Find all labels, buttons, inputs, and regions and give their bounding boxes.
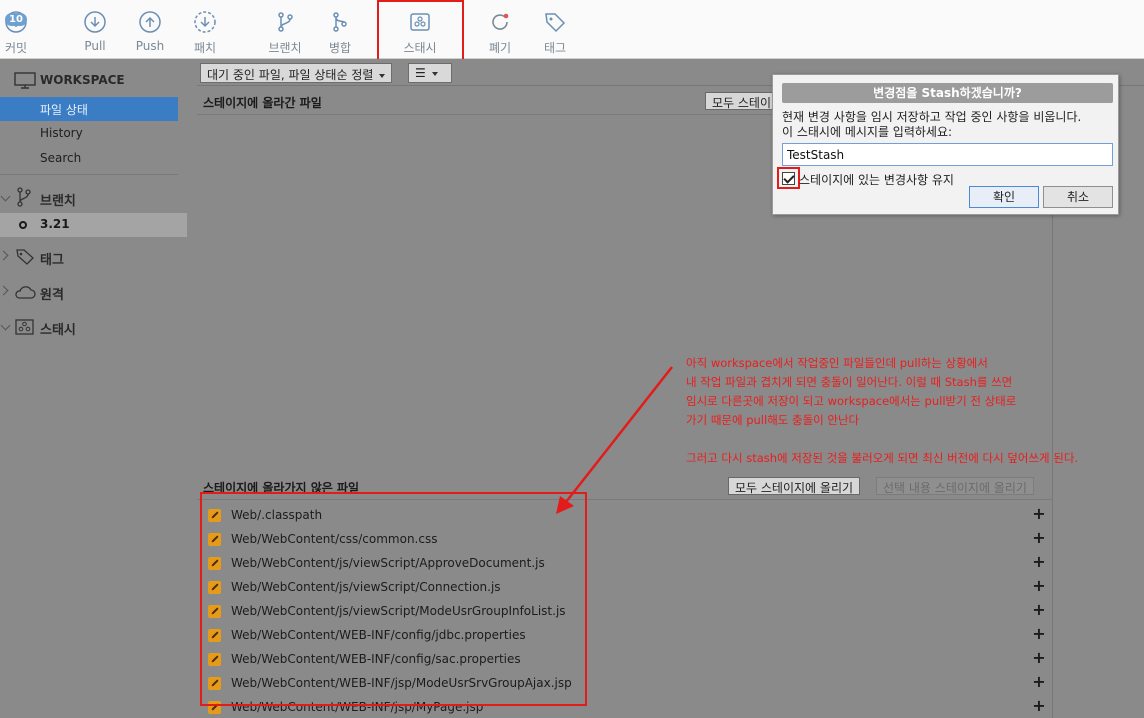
sidebar-item-search[interactable]: Search [0,147,187,171]
monitor-icon [14,72,36,89]
branch-label: 브랜치 [268,41,302,55]
annotation-text: 가기 때문에 pull해도 충돌이 안난다 [686,413,860,427]
sidebar-item-label: History [40,126,83,140]
stage-file-plus-icon[interactable]: + [1032,698,1046,714]
annotation-text: 임시로 다른곳에 저장이 되고 workspace에서는 pull받기 전 상태… [686,394,1017,408]
sidebar-tags-header[interactable]: 태그 [0,243,197,271]
stage-file-plus-icon[interactable]: + [1032,578,1046,594]
sidebar-remote-header[interactable]: 원격 [0,278,197,306]
tag-button[interactable]: 태그 [525,8,585,56]
annotation-text: 아직 workspace에서 작업중인 파일들인데 pull하는 상황에서 [686,356,988,370]
merge-button[interactable]: 병합 [310,8,370,56]
push-label: Push [135,39,165,53]
tag-icon [545,13,566,33]
sidebar-item-history[interactable]: History [0,122,187,146]
unstage-all-button[interactable]: 모두 스테이 [705,92,779,110]
cancel-button[interactable]: 취소 [1043,186,1113,208]
dialog-title: 변경점을 Stash하겠습니까? [782,83,1113,103]
stage-file-plus-icon[interactable]: + [1032,554,1046,570]
stash-section-label: 스태시 [40,323,76,338]
stage-file-plus-icon[interactable]: + [1032,674,1046,690]
sidebar-workspace-header[interactable]: WORKSPACE [0,67,197,95]
pull-icon [84,11,106,33]
tag-icon [16,249,34,265]
annotation-text: 그러고 다시 stash에 저장된 것을 불러오게 되면 최신 버전에 다시 덮… [686,451,1079,465]
patch-icon [194,11,216,33]
chevron-right-icon [0,285,9,296]
unstage-all-label: 모두 스테이 [712,96,772,110]
chevron-down-icon [431,71,438,76]
sidebar-item-label: Search [40,151,82,165]
push-icon [139,11,161,33]
files-highlight-box [200,492,587,706]
annotation-text: 내 작업 파일과 겹치게 되면 충돌이 일어난다. 이럴 때 Stash를 쓰면 [686,375,1013,389]
merge-icon [333,12,347,32]
view-mode-dropdown[interactable]: ☰ [408,63,452,83]
stage-all-button[interactable]: 모두 스테이지에 올리기 [728,477,861,495]
staged-title: 스테이지에 올라간 파일 [203,96,322,110]
branch-icon [17,187,31,207]
sidebar-divider [0,174,178,175]
branches-label: 브랜치 [40,194,76,209]
merge-label: 병합 [328,41,352,55]
remote-label: 원격 [40,288,64,303]
stage-selected-label: 선택 내용 스테이지에 올리기 [883,481,1027,495]
pull-label: Pull [84,39,106,53]
sidebar: WORKSPACE 파일 상태 History Search 브랜치 3.21 … [0,59,197,718]
checkbox-highlight [777,167,800,189]
stash-icon [15,319,34,335]
commit-badge: 10 [5,13,27,26]
chevron-down-icon [379,73,386,78]
sidebar-item-label: 파일 상태 [40,103,88,117]
chevron-right-icon [0,250,9,261]
list-icon: ☰ [415,66,426,80]
sort-dropdown-label: 대기 중인 파일, 파일 상태순 정렬 [207,68,374,82]
current-branch-icon [19,221,27,229]
stage-file-plus-icon[interactable]: + [1032,506,1046,522]
chevron-down-icon [0,191,11,202]
dialog-prompt: 이 스태시에 메시지를 입력하세요: [782,125,953,139]
workspace-label: WORKSPACE [40,73,125,87]
stage-selected-button[interactable]: 선택 내용 스테이지에 올리기 [876,477,1034,495]
tags-label: 태그 [40,253,64,268]
branch-button[interactable]: 브랜치 [255,8,315,56]
commit-button[interactable]: 10 커밋 [0,8,46,56]
tag-label: 태그 [543,41,567,55]
keep-staged-label: 스테이지에 있는 변경사항 유지 [799,173,954,187]
toolbar: 10 커밋 Pull Push 패치 브랜치 병합 스태시 폐기 태그 [0,0,1144,59]
sidebar-stash-header[interactable]: 스태시 [0,313,197,341]
pull-button[interactable]: Pull [65,8,125,56]
discard-label: 폐기 [488,41,512,55]
sidebar-item-file-status[interactable]: 파일 상태 [0,97,178,121]
stage-file-plus-icon[interactable]: + [1032,530,1046,546]
stage-file-plus-icon[interactable]: + [1032,650,1046,666]
stage-file-plus-icon[interactable]: + [1032,602,1046,618]
discard-button[interactable]: 폐기 [470,8,530,56]
discard-icon [492,13,509,30]
stash-message-input[interactable] [782,143,1113,166]
chevron-down-icon [0,320,11,331]
branch-icon [278,12,293,32]
sidebar-item-branch-3-21[interactable]: 3.21 [0,213,187,237]
sidebar-item-label: 3.21 [40,217,70,231]
patch-button[interactable]: 패치 [175,8,235,56]
stage-all-label: 모두 스테이지에 올리기 [735,481,854,495]
sort-dropdown[interactable]: 대기 중인 파일, 파일 상태순 정렬 [200,63,393,83]
push-button[interactable]: Push [120,8,180,56]
stage-file-plus-icon[interactable]: + [1032,626,1046,642]
sidebar-branches-header[interactable]: 브랜치 [0,184,197,212]
commit-label: 커밋 [4,41,28,55]
patch-label: 패치 [193,41,217,55]
stash-dialog: 변경점을 Stash하겠습니까? 현재 변경 사항을 임시 저장하고 작업 중인… [772,74,1119,215]
ok-button[interactable]: 확인 [969,186,1039,208]
cloud-icon [15,286,36,299]
